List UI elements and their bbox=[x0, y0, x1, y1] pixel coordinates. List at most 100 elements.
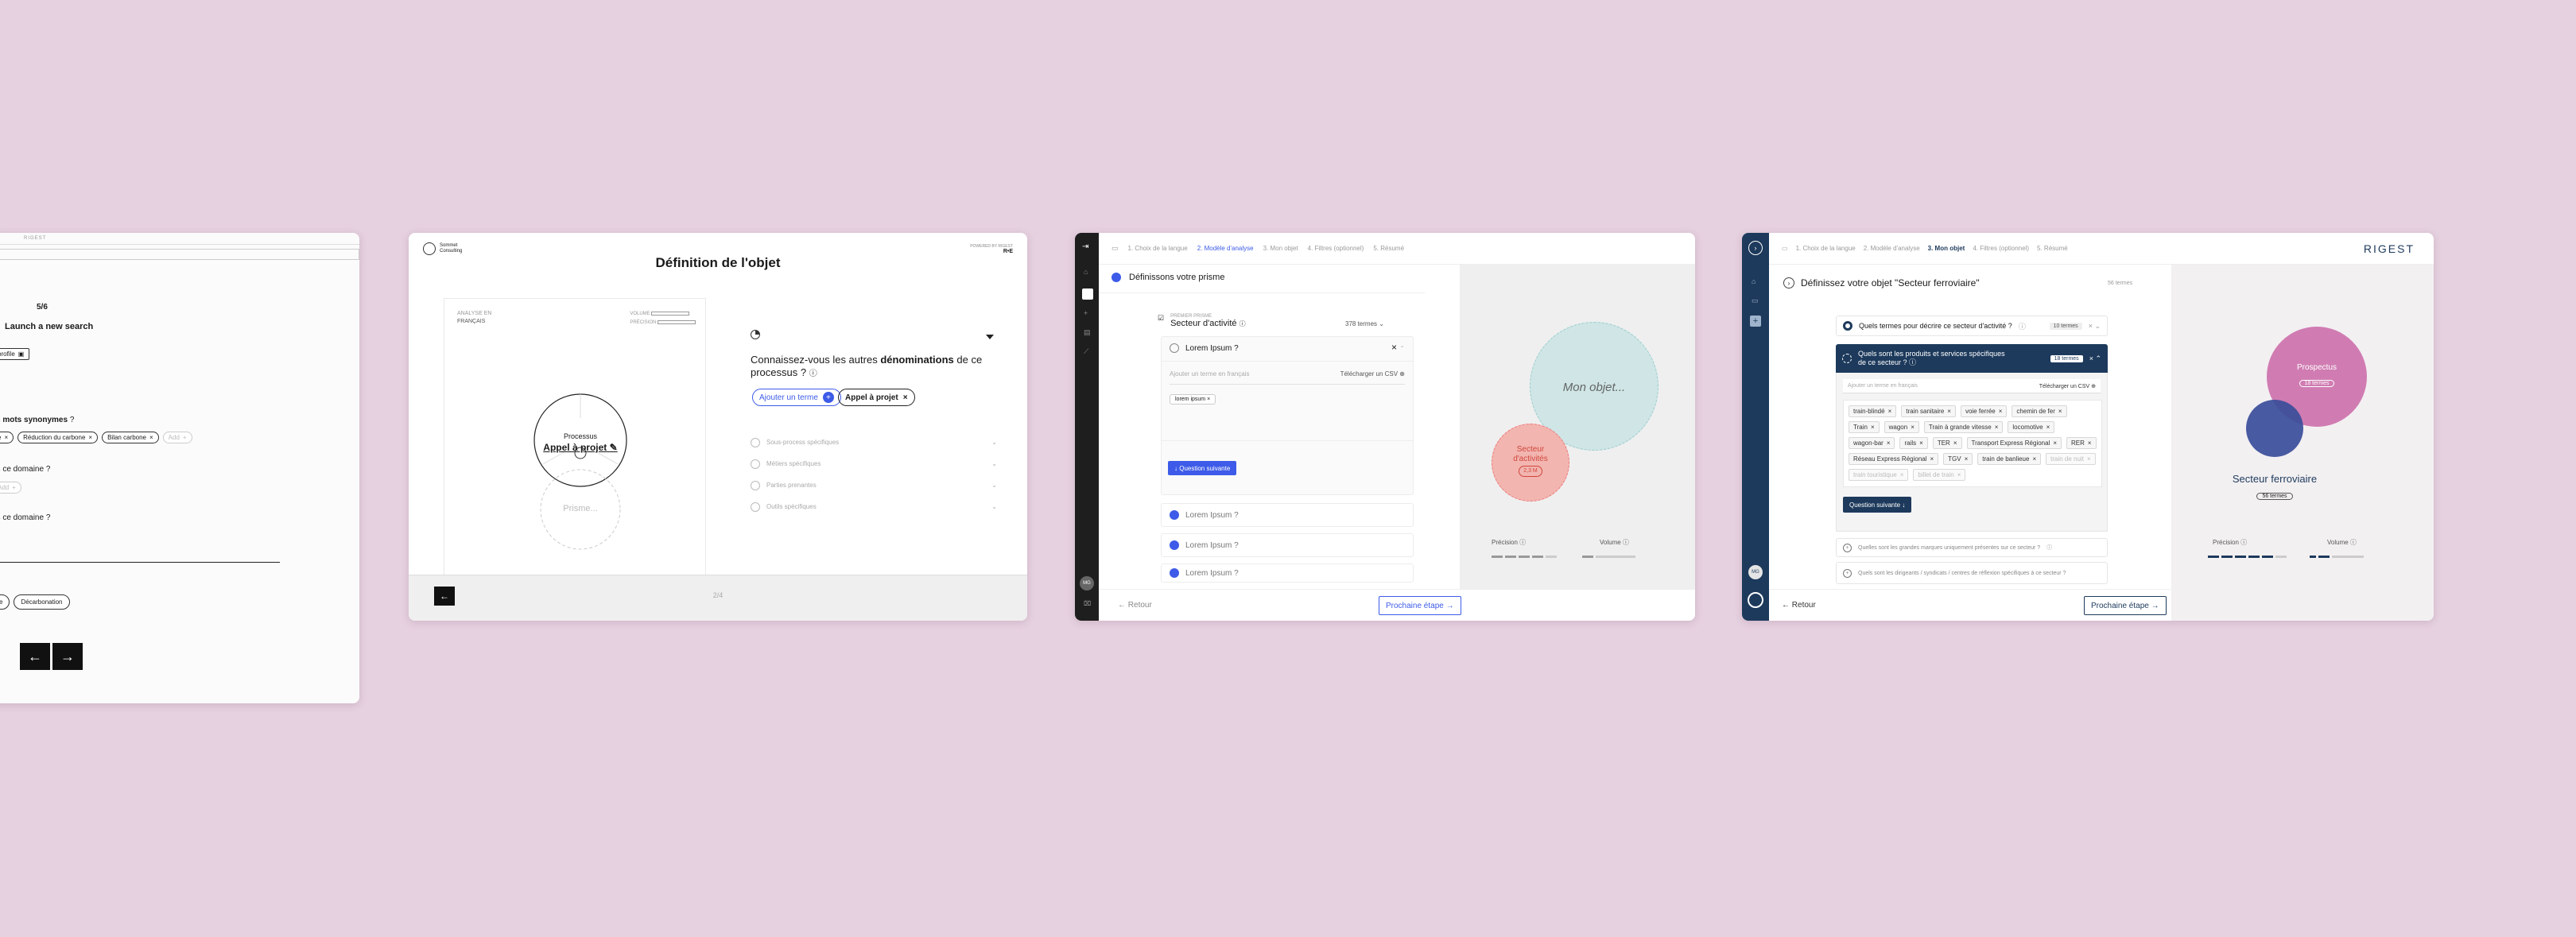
chevron-down-icon[interactable] bbox=[986, 335, 994, 339]
nav-icon[interactable]: ⌂ bbox=[1084, 268, 1088, 276]
term-tag[interactable]: RER × bbox=[2066, 437, 2097, 449]
add-chip[interactable]: Add+ bbox=[162, 432, 192, 443]
chip[interactable]: Bilan carbone × bbox=[102, 432, 159, 443]
term-tag[interactable]: rails × bbox=[1899, 437, 1928, 449]
back-button[interactable]: ← Retour bbox=[1782, 601, 1816, 610]
step[interactable]: 5. Résumé bbox=[1373, 245, 1404, 252]
term-tag[interactable]: TGV × bbox=[1943, 453, 1973, 465]
chip[interactable]: Réduction du carbone × bbox=[17, 432, 99, 443]
nav-icon[interactable]: ▤ bbox=[1084, 328, 1091, 337]
plus-icon[interactable]: + bbox=[822, 392, 834, 403]
radio-icon[interactable] bbox=[1170, 343, 1179, 353]
next-step-button[interactable]: Prochaine étape → bbox=[1379, 596, 1461, 615]
term-tag[interactable]: train de nuit × bbox=[2046, 453, 2096, 465]
term-tag[interactable]: Réseau Express Régional × bbox=[1849, 453, 1939, 465]
term-tag[interactable]: Train à grande vitesse × bbox=[1923, 421, 2004, 433]
chip[interactable]: e bbox=[0, 594, 10, 610]
question-row[interactable]: + Quels sont les dirigeants / syndicats … bbox=[1836, 562, 2108, 584]
settings-icon[interactable] bbox=[1748, 592, 1763, 608]
step[interactable]: 1. Choix de la langue bbox=[1128, 245, 1188, 252]
term-tag[interactable]: billet de train × bbox=[1913, 469, 1966, 481]
grid-icon[interactable]: ▭ bbox=[1111, 244, 1119, 253]
term-tag[interactable]: train-blindé × bbox=[1849, 405, 1897, 417]
plus-icon[interactable]: + bbox=[1750, 316, 1761, 327]
add-term-input[interactable]: Ajouter un terme + bbox=[752, 389, 841, 406]
term-input[interactable]: Ajouter un terme en français Télécharger… bbox=[1843, 379, 2101, 393]
info-icon[interactable]: ⓘ bbox=[809, 370, 817, 378]
chip[interactable]: e× bbox=[0, 432, 14, 443]
step[interactable]: 2. Modèle d'analyse bbox=[1864, 245, 1920, 252]
nav-icon[interactable]: ▭ bbox=[1752, 296, 1759, 305]
option-row[interactable]: Outils spécifiques ⌄ bbox=[747, 496, 997, 517]
close-icon[interactable]: × ⌄ bbox=[2089, 322, 2107, 331]
csv-upload[interactable]: Télécharger un CSV ⊕ bbox=[2039, 383, 2096, 389]
term-tag[interactable]: wagon-bar × bbox=[1849, 437, 1895, 449]
option-row[interactable]: Parties prenantes ⌄ bbox=[747, 474, 997, 496]
term-chip[interactable]: Appel à projet × bbox=[838, 389, 915, 406]
step[interactable]: 5. Résumé bbox=[2037, 245, 2068, 252]
nav-icon[interactable]: + bbox=[1084, 309, 1088, 317]
next-button[interactable]: → bbox=[52, 643, 83, 670]
nav-icon[interactable]: ⌂ bbox=[1752, 277, 1755, 285]
lock-icon[interactable]: ⌧ bbox=[1084, 600, 1091, 607]
prev-button[interactable]: ← bbox=[20, 643, 50, 670]
question-row[interactable]: Quels termes pour décrire ce secteur d'a… bbox=[1836, 316, 2108, 336]
close-icon[interactable]: × bbox=[88, 434, 92, 441]
chevron-down-icon[interactable]: ⌄ bbox=[991, 503, 997, 510]
question-row[interactable]: Lorem Ipsum ? bbox=[1161, 533, 1414, 557]
info-icon[interactable]: ⓘ bbox=[2019, 321, 2026, 331]
avatar[interactable]: MG bbox=[1748, 565, 1763, 579]
chevron-down-icon[interactable]: ⌄ bbox=[991, 460, 997, 467]
term-tag[interactable]: TER × bbox=[1932, 437, 1962, 449]
chevron-down-icon[interactable]: ⌄ bbox=[991, 439, 997, 446]
next-question-button[interactable]: Question suivante ↓ bbox=[1843, 497, 1912, 513]
avatar[interactable]: MG bbox=[1080, 576, 1094, 590]
term-tag[interactable]: Train × bbox=[1849, 421, 1880, 433]
close-icon[interactable]: × bbox=[149, 434, 153, 441]
back-button[interactable]: ← Retour bbox=[1118, 601, 1152, 610]
term-chip[interactable]: lorem ipsum × bbox=[1170, 394, 1216, 405]
term-tag[interactable]: Transport Express Régional × bbox=[1966, 437, 2062, 449]
question-row[interactable]: + Quelles sont les grandes marques uniqu… bbox=[1836, 538, 2108, 557]
active-question-header[interactable]: Quels sont les produits et services spéc… bbox=[1836, 344, 2108, 373]
csv-upload[interactable]: Télécharger un CSV ⊕ bbox=[1340, 370, 1405, 384]
checkbox-icon[interactable]: ☑ bbox=[1158, 314, 1164, 328]
term-input[interactable]: Ajouter un terme en français Télécharger… bbox=[1170, 370, 1405, 385]
option-row[interactable]: Métiers spécifiques ⌄ bbox=[747, 453, 997, 474]
close-icon[interactable]: × ⌃ bbox=[1391, 342, 1405, 353]
nav-icon[interactable]: ⟋ bbox=[1084, 347, 1088, 356]
railway-circle[interactable] bbox=[2246, 400, 2303, 457]
profile-chip[interactable]: profile▣ bbox=[0, 348, 30, 360]
logout-icon[interactable]: ⇥ bbox=[1082, 242, 1088, 251]
next-step-button[interactable]: Prochaine étape → bbox=[2084, 596, 2167, 615]
grid-icon[interactable]: ▭ bbox=[1782, 245, 1788, 252]
add-chip[interactable]: Add+ bbox=[0, 482, 21, 494]
step[interactable]: 4. Filtres (optionnel) bbox=[1973, 245, 2029, 252]
pencil-icon[interactable]: ✎ bbox=[610, 442, 618, 453]
term-tag[interactable]: locomotive × bbox=[2008, 421, 2055, 433]
term-tag[interactable]: train de banlieue × bbox=[1977, 453, 2042, 465]
step[interactable]: 1. Choix de la langue bbox=[1796, 245, 1856, 252]
question-row[interactable]: Lorem Ipsum ? bbox=[1161, 503, 1414, 527]
terms-count[interactable]: 378 termes ⌄ bbox=[1345, 320, 1384, 327]
term-tag[interactable]: train touristique × bbox=[1849, 469, 1909, 481]
input-underline[interactable] bbox=[0, 562, 280, 563]
chevron-down-icon[interactable]: ⌄ bbox=[991, 482, 997, 489]
next-question-button[interactable]: ↓ Question suivante bbox=[1168, 461, 1237, 475]
term-tag[interactable]: chemin de fer × bbox=[2012, 405, 2067, 417]
step-active[interactable]: 3. Mon objet bbox=[1928, 245, 1965, 252]
info-icon[interactable]: ⓘ bbox=[1240, 320, 1246, 327]
close-icon[interactable]: × bbox=[4, 434, 8, 441]
home-icon[interactable] bbox=[1082, 288, 1093, 300]
step[interactable]: 3. Mon objet bbox=[1263, 245, 1298, 252]
expand-icon[interactable]: › bbox=[1748, 241, 1763, 255]
chip[interactable]: Décarbonation bbox=[14, 594, 70, 610]
close-icon[interactable]: × ⌃ bbox=[2089, 354, 2108, 363]
step[interactable]: 4. Filtres (optionnel) bbox=[1308, 245, 1364, 252]
option-row[interactable]: Sous-process spécifiques ⌄ bbox=[747, 432, 997, 453]
term-tag[interactable]: train sanitaire × bbox=[1901, 405, 1956, 417]
term-tag[interactable]: wagon × bbox=[1884, 421, 1919, 433]
step-active[interactable]: 2. Modèle d'analyse bbox=[1197, 245, 1254, 252]
term-tag[interactable]: voie ferrée × bbox=[1960, 405, 2008, 417]
close-icon[interactable]: × bbox=[903, 393, 908, 402]
